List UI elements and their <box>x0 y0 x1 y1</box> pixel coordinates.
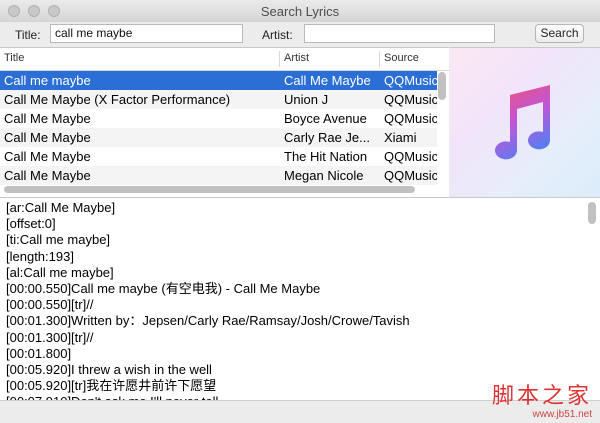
table-row[interactable]: Call Me Maybe Megan Nicole QQMusic <box>0 166 437 185</box>
title-label: Title: <box>15 28 41 42</box>
artist-label: Artist: <box>262 28 293 42</box>
watermark-title: 脚本之家 <box>491 384 592 409</box>
column-header-title[interactable]: Title <box>4 52 24 64</box>
column-divider[interactable] <box>279 51 280 67</box>
artist-input[interactable] <box>304 24 495 43</box>
watermark-url: www.jb51.net <box>532 409 592 420</box>
title-input[interactable]: call me maybe <box>50 24 243 43</box>
cell-title: Call Me Maybe <box>4 168 91 183</box>
table-row[interactable]: Call Me Maybe The Hit Nation QQMusic <box>0 147 437 166</box>
table-row[interactable]: Call Me Maybe Carly Rae Je... Xiami <box>0 128 437 147</box>
cell-artist: Carly Rae Je... <box>284 130 370 145</box>
cell-artist: Boyce Avenue <box>284 111 367 126</box>
cell-source: QQMusic <box>384 149 437 164</box>
lyric-line: [offset:0] <box>6 216 56 232</box>
cell-artist: Union J <box>284 92 329 107</box>
lyric-line: [ar:Call Me Maybe] <box>6 200 116 215</box>
lyric-line: [00:05.920]I threw a wish in the well <box>6 362 212 377</box>
cell-title: Call Me Maybe <box>4 111 91 126</box>
music-note-icon <box>495 85 551 160</box>
album-artwork <box>450 47 600 197</box>
lyric-line: [al:Call me maybe] <box>6 264 114 280</box>
table-horizontal-scrollbar[interactable] <box>4 186 415 193</box>
cell-source: QQMusic <box>384 168 437 183</box>
lyric-line: [00:00.550][tr]// <box>6 297 94 313</box>
cell-artist: Megan Nicole <box>284 168 364 183</box>
column-divider[interactable] <box>379 51 380 67</box>
cell-title: Call Me Maybe (X Factor Performance) <box>4 92 231 107</box>
results-table: Title Artist Source Call me maybe Call Me… <box>0 47 449 197</box>
cell-artist: Call Me Maybe <box>284 73 371 88</box>
cell-source: QQMusic <box>384 92 437 107</box>
cell-artist: The Hit Nation <box>284 149 368 164</box>
lyric-line: [ti:Call me maybe] <box>6 232 111 248</box>
lyric-line: [00:05.920][tr]我在许愿井前许下愿望 <box>6 378 217 394</box>
column-header-source[interactable]: Source <box>384 52 419 64</box>
cell-source: QQMusic <box>384 73 437 88</box>
table-row[interactable]: Call me maybe Call Me Maybe QQMusic <box>0 71 437 90</box>
lyric-line: [length:193] <box>6 248 74 264</box>
column-header-artist[interactable]: Artist <box>284 52 309 64</box>
cell-title: Call Me Maybe <box>4 149 91 164</box>
table-header: Title Artist Source <box>0 48 449 71</box>
watermark: 脚本之家 www.jb51.net <box>492 385 592 421</box>
lyric-line: [00:01.800] <box>6 345 72 361</box>
cell-source: Xiami <box>384 130 417 145</box>
table-vertical-scrollbar[interactable] <box>438 72 446 100</box>
title-bar: Search Lyrics <box>0 0 600 23</box>
lyric-line: [00:01.300]Written by：Jepsen/Carly Rae/R… <box>6 313 410 329</box>
cell-title: Call me maybe <box>4 73 91 88</box>
table-row[interactable]: Call Me Maybe Boyce Avenue QQMusic <box>0 109 437 128</box>
search-lyrics-window: Search Lyrics Title: call me maybe Artis… <box>0 0 600 423</box>
cell-source: QQMusic <box>384 111 437 126</box>
lyric-line: [00:00.550]Call me maybe (有空电我) - Call M… <box>6 281 321 296</box>
lyrics-text-area[interactable]: [ar:Call Me Maybe] [offset:0] [ti:Call me … <box>0 197 600 401</box>
cell-title: Call Me Maybe <box>4 130 91 145</box>
table-row[interactable]: Call Me Maybe (X Factor Performance) Unio… <box>0 90 437 109</box>
lyrics-scrollbar[interactable] <box>588 202 596 224</box>
search-button[interactable]: Search <box>535 24 584 43</box>
window-title: Search Lyrics <box>260 4 340 19</box>
lyric-line: [00:01.300][tr]// <box>6 329 94 345</box>
search-row: Title: call me maybe Artist: Search <box>0 22 600 46</box>
